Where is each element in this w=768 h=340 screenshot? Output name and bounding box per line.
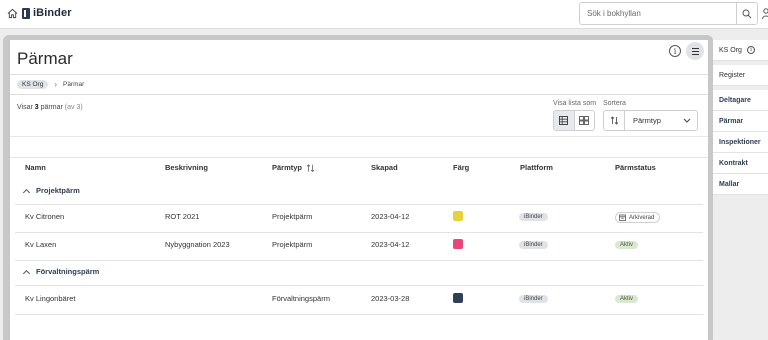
color-swatch (453, 211, 463, 221)
sidebar-org[interactable]: KS Org i (713, 40, 768, 61)
table-view-button[interactable] (554, 111, 575, 130)
sidebar-item-parmar[interactable]: Pärmar (713, 111, 768, 132)
row-type: Projektpärm (272, 240, 313, 249)
row-divider (15, 260, 703, 261)
chevron-down-icon (683, 118, 691, 123)
row-divider (15, 285, 703, 286)
column-header-status[interactable]: Pärmstatus (615, 163, 656, 172)
breadcrumb-current: Pärmar (62, 81, 85, 88)
sort-arrows-icon (306, 163, 315, 172)
sort-direction-button[interactable] (604, 111, 625, 130)
app-logo[interactable]: iBinder (22, 7, 72, 19)
column-header-created[interactable]: Skapad (371, 163, 398, 172)
info-icon[interactable]: i (669, 45, 681, 57)
row-type: Förvaltningspärm (272, 294, 330, 303)
divider (10, 136, 708, 137)
row-divider (15, 204, 703, 205)
row-type: Projektpärm (272, 212, 313, 221)
color-swatch (453, 239, 463, 249)
column-header-color[interactable]: Färg (453, 163, 469, 172)
breadcrumb-org[interactable]: KS Org (17, 80, 49, 89)
row-created: 2023-03-28 (371, 294, 410, 303)
result-summary: Visar 3 pärmar (av 3) (17, 104, 83, 111)
column-header-description[interactable]: Beskrivning (165, 163, 208, 172)
sort-value: Pärmtyp (633, 116, 661, 125)
user-icon[interactable] (762, 8, 768, 20)
info-icon[interactable]: i (746, 46, 755, 54)
sidebar-item-deltagare[interactable]: Deltagare (713, 90, 768, 111)
row-name[interactable]: Kv Laxen (25, 240, 56, 249)
chevron-up-icon (22, 269, 31, 277)
sidebar-item-mallar[interactable]: Mallar (713, 174, 768, 195)
row-name[interactable]: Kv Citronen (25, 212, 64, 221)
status-badge: Aktiv (615, 241, 639, 249)
view-label: Visa lista som (553, 100, 597, 107)
status-badge: Arkiverad (615, 212, 661, 223)
result-count: 3 (34, 104, 39, 111)
search-box (579, 2, 758, 25)
row-description: Nybyggnation 2023 (165, 240, 230, 249)
group-header[interactable]: Förvaltningspärm (22, 267, 99, 277)
column-header-platform[interactable]: Plattform (520, 163, 553, 172)
row-created: 2023-04-12 (371, 212, 410, 221)
column-header-type[interactable]: Pärmtyp (272, 163, 315, 172)
home-icon[interactable] (7, 8, 18, 19)
divider (10, 74, 708, 75)
view-toggle (553, 110, 595, 131)
search-icon (742, 9, 752, 18)
row-name[interactable]: Kv Lingonbäret (25, 294, 75, 303)
sort-select[interactable]: Pärmtyp (625, 111, 697, 130)
platform-badge: iBinder (519, 241, 548, 249)
grid-view-button[interactable] (575, 111, 595, 130)
search-button[interactable] (736, 3, 757, 24)
platform-badge: iBinder (519, 213, 548, 221)
sidebar-item-inspektioner[interactable]: Inspektioner (713, 132, 768, 153)
sidebar-item-kontrakt[interactable]: Kontrakt (713, 153, 768, 174)
color-swatch (453, 293, 463, 303)
platform-badge: iBinder (519, 295, 548, 303)
row-created: 2023-04-12 (371, 240, 410, 249)
chevron-right-icon: › (54, 80, 57, 89)
divider (10, 94, 708, 95)
divider (10, 157, 708, 158)
chevron-up-icon (22, 188, 31, 196)
row-divider (15, 314, 703, 315)
app-name: iBinder (33, 7, 72, 19)
sort-control: Pärmtyp (603, 110, 698, 131)
main-card: Pärmar i KS Org › Pärmar Visar 3 pärmar … (10, 40, 708, 340)
search-input[interactable] (580, 3, 736, 24)
hamburger-icon (691, 47, 699, 49)
sort-label: Sortera (603, 100, 626, 107)
archive-icon (619, 214, 626, 221)
breadcrumb: KS Org › Pärmar (17, 80, 84, 89)
side-panel: KS Org i Register Deltagare Pärmar Inspe… (713, 40, 768, 340)
row-divider (15, 232, 703, 233)
column-header-name[interactable]: Namn (25, 163, 46, 172)
table-icon (559, 116, 569, 125)
sort-direction-icon (610, 116, 618, 125)
sidebar-item-register[interactable]: Register (713, 65, 768, 86)
row-description: ROT 2021 (165, 212, 200, 221)
logo-mark-icon (22, 7, 30, 19)
status-badge: Aktiv (615, 295, 639, 303)
group-header[interactable]: Projektpärm (22, 186, 80, 196)
page-title: Pärmar (17, 49, 73, 68)
grid-icon (579, 116, 590, 125)
menu-button[interactable] (686, 42, 704, 60)
top-bar: iBinder (0, 0, 768, 29)
